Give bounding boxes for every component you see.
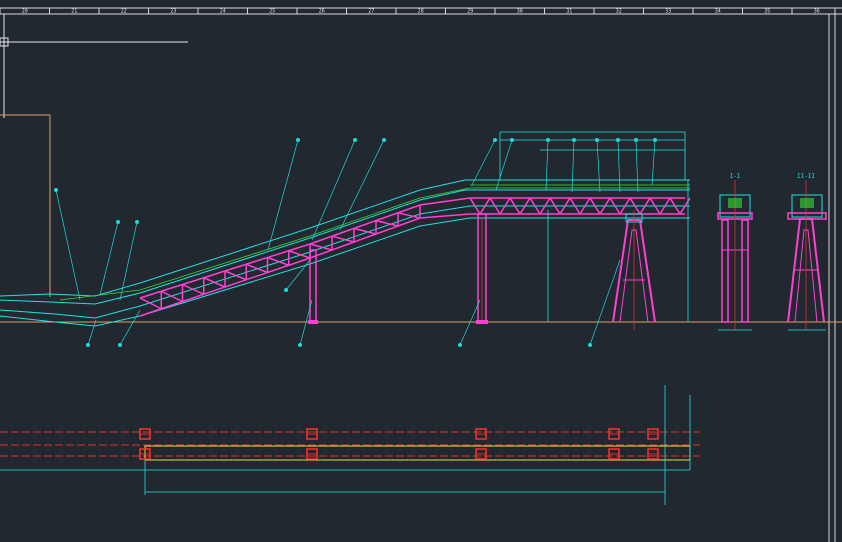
grid-number: 27 bbox=[368, 9, 374, 15]
plan-support-boxes bbox=[139, 428, 659, 460]
drawing-frame bbox=[0, 7, 842, 542]
leader-lines bbox=[54, 138, 657, 347]
grid-number: 33 bbox=[665, 9, 671, 15]
grid-number: 34 bbox=[715, 9, 721, 15]
section-view-1: I-I bbox=[717, 173, 753, 331]
cad-drawing-canvas[interactable]: 20 21 22 23 24 25 26 27 28 29 30 31 32 33 34 35 36 bbox=[0, 0, 842, 542]
building-outline bbox=[0, 114, 51, 297]
belt-dimension-lines bbox=[59, 184, 690, 301]
grid-number: 28 bbox=[418, 9, 424, 15]
plan-view bbox=[0, 385, 700, 505]
support-towers bbox=[308, 210, 656, 330]
grid-number: 20 bbox=[22, 9, 28, 15]
grid-number: 30 bbox=[517, 9, 523, 15]
section-label-1: I-I bbox=[730, 173, 741, 180]
grid-number: 21 bbox=[71, 9, 77, 15]
section-label-2: II-II bbox=[797, 173, 815, 180]
grid-number: 23 bbox=[170, 9, 176, 15]
conveyor-envelope bbox=[0, 179, 690, 327]
grid-number: 31 bbox=[566, 9, 572, 15]
grid-number: 36 bbox=[814, 9, 820, 15]
crosshair-cursor-icon bbox=[0, 14, 188, 118]
grid-number: 22 bbox=[121, 9, 127, 15]
section-view-2: II-II bbox=[787, 173, 827, 331]
grid-number: 35 bbox=[764, 9, 770, 15]
grid-number: 24 bbox=[220, 9, 226, 15]
grid-number: 32 bbox=[616, 9, 622, 15]
top-dimension-block bbox=[499, 131, 689, 322]
grid-number: 29 bbox=[467, 9, 473, 15]
grid-number: 26 bbox=[319, 9, 325, 15]
grid-number: 25 bbox=[269, 9, 275, 15]
